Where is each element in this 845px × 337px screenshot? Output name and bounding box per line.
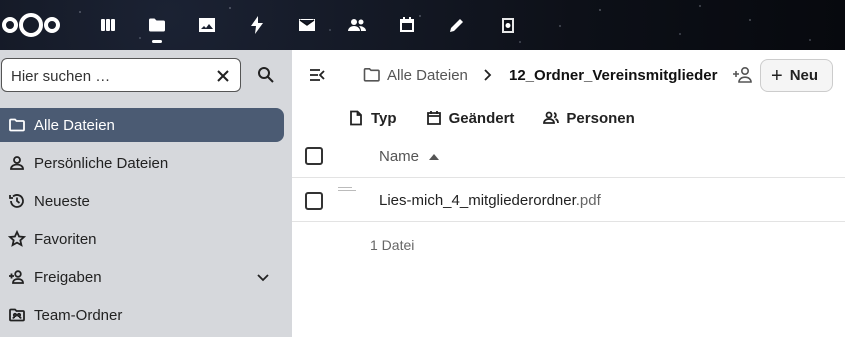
share-icon: [8, 268, 26, 286]
history-icon: [8, 192, 26, 210]
new-button[interactable]: + Neu: [760, 59, 833, 92]
divider: [292, 221, 845, 222]
close-icon[interactable]: [214, 67, 232, 85]
mail-icon[interactable]: [295, 13, 319, 37]
divider: [292, 177, 845, 178]
file-extension: .pdf: [575, 192, 601, 209]
top-bar: [0, 0, 845, 50]
search-box[interactable]: [1, 58, 241, 92]
filter-type[interactable]: Typ: [348, 108, 397, 128]
user-icon: [8, 154, 26, 172]
sidebar-item-all-files[interactable]: Alle Dateien: [0, 108, 284, 142]
header-background: [0, 0, 845, 50]
star-icon: [8, 230, 26, 248]
folder-icon[interactable]: [363, 67, 381, 83]
column-header-name[interactable]: Name: [379, 148, 419, 165]
files-main: Alle Dateien 12_Ordner_Vereinsmitglieder…: [292, 50, 845, 337]
filter-bar: Typ Geändert Personen: [348, 108, 664, 128]
sidebar-item-label: Neueste: [34, 192, 90, 210]
nextcloud-logo[interactable]: [2, 12, 60, 38]
folder-icon[interactable]: [145, 13, 169, 37]
sidebar-item-label: Persönliche Dateien: [34, 154, 169, 172]
sidebar-item-label: Favoriten: [34, 230, 97, 248]
calendar-icon[interactable]: [395, 13, 419, 37]
filter-label: Personen: [566, 109, 635, 127]
people-icon: [543, 111, 560, 124]
sidebar-item-label: Alle Dateien: [34, 116, 115, 134]
trash-icon[interactable]: [496, 13, 520, 37]
search-icon[interactable]: [256, 65, 276, 85]
search-input[interactable]: [11, 66, 211, 86]
sidebar-item-favorites[interactable]: Favoriten: [0, 222, 284, 256]
filter-label: Typ: [371, 109, 397, 127]
chevron-down-icon[interactable]: [256, 270, 270, 284]
sidebar-item-recent[interactable]: Neueste: [0, 184, 284, 218]
file-name[interactable]: Lies-mich_4_mitgliederordner.pdf: [379, 192, 601, 209]
calendar-icon: [426, 111, 441, 125]
app-navigation: Alle Dateien Persönliche Dateien Neueste…: [0, 50, 292, 337]
plus-icon: +: [771, 64, 783, 87]
breadcrumb-current[interactable]: 12_Ordner_Vereinsmitglieder: [509, 67, 717, 84]
contacts-icon[interactable]: [345, 13, 369, 37]
share-icon[interactable]: [732, 65, 754, 85]
sort-ascending-icon[interactable]: [429, 154, 439, 160]
file-icon: [350, 110, 362, 126]
filter-label: Geändert: [448, 109, 515, 127]
sidebar-item-label: Team-Ordner: [34, 306, 123, 324]
pencil-icon[interactable]: [445, 13, 469, 37]
breadcrumb-home[interactable]: Alle Dateien: [387, 67, 468, 84]
sidebar-item-team-folders[interactable]: Team-Ordner: [0, 298, 284, 332]
row-checkbox[interactable]: [305, 192, 323, 210]
team-folder-icon: [8, 306, 26, 324]
select-all-checkbox[interactable]: [305, 147, 323, 165]
dashboard-icon[interactable]: [96, 13, 120, 37]
active-app-indicator: [152, 40, 162, 43]
new-button-label: Neu: [789, 67, 819, 84]
image-icon[interactable]: [195, 13, 219, 37]
sidebar-item-personal-files[interactable]: Persönliche Dateien: [0, 146, 284, 180]
file-thumbnail-icon[interactable]: [338, 187, 358, 201]
folder-icon: [8, 116, 26, 134]
lightning-icon[interactable]: [245, 13, 269, 37]
toggle-navigation-icon[interactable]: [308, 66, 326, 84]
sidebar-item-shares[interactable]: Freigaben: [0, 260, 284, 294]
file-count-summary: 1 Datei: [370, 237, 415, 253]
filter-modified[interactable]: Geändert: [426, 108, 515, 128]
chevron-right-icon: [484, 69, 492, 81]
file-basename: Lies-mich_4_mitgliederordner: [379, 192, 576, 209]
sidebar-item-label: Freigaben: [34, 268, 102, 286]
filter-people[interactable]: Personen: [543, 108, 635, 128]
